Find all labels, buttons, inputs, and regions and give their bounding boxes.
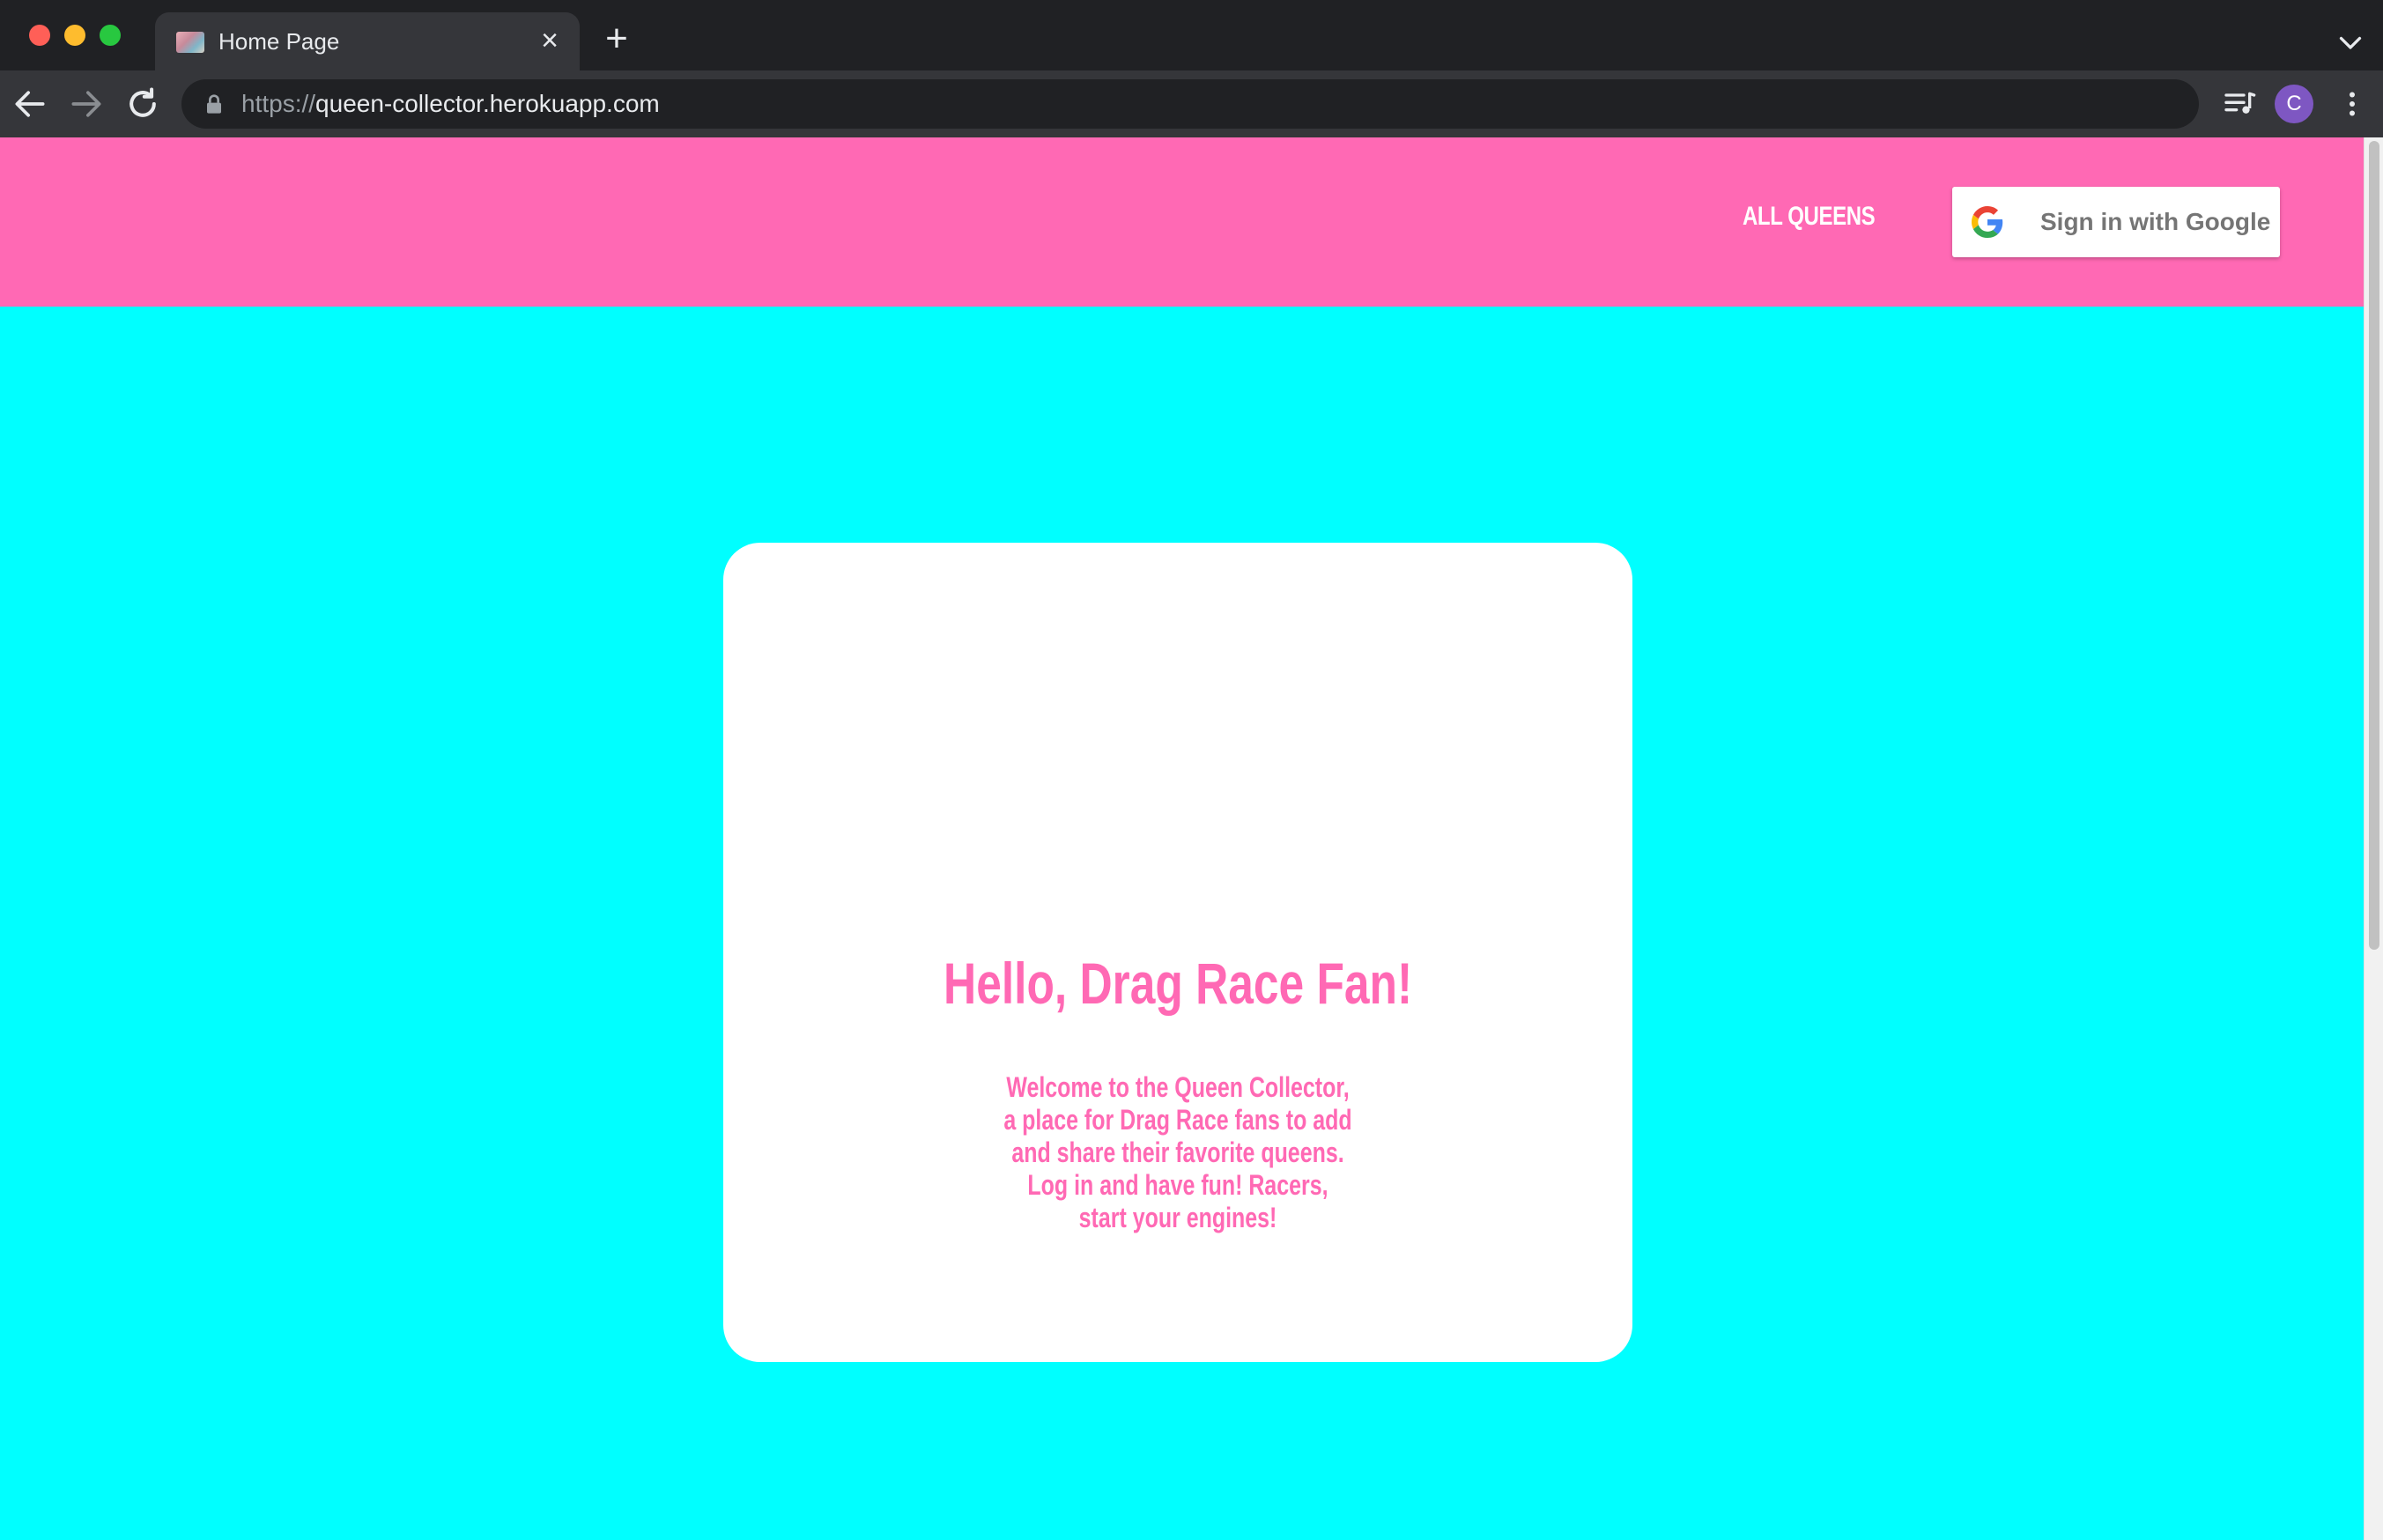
media-playlist-icon[interactable] — [2222, 86, 2257, 122]
more-menu-icon[interactable] — [2336, 86, 2368, 122]
browser-toolbar: https://queen-collector.herokuapp.com C — [0, 70, 2383, 137]
google-logo-icon — [1972, 206, 2003, 238]
new-tab-button[interactable]: + — [599, 19, 634, 58]
url-text[interactable]: https://queen-collector.herokuapp.com — [241, 90, 660, 118]
reload-icon[interactable] — [123, 85, 162, 123]
tab-title: Home Page — [218, 28, 340, 55]
lock-icon[interactable] — [204, 93, 224, 115]
scrollbar-thumb[interactable] — [2369, 141, 2379, 950]
maximize-window-button[interactable] — [100, 25, 121, 46]
welcome-body-wrap: Welcome to the Queen Collector, a place … — [1002, 1071, 1354, 1234]
address-bar[interactable]: https://queen-collector.herokuapp.com — [181, 79, 2199, 129]
welcome-title: Hello, Drag Race Fan! — [943, 951, 1413, 1016]
welcome-message: Welcome to the Queen Collector, a place … — [1003, 1071, 1352, 1233]
url-scheme: https:// — [241, 90, 316, 117]
sign-in-with-google-button[interactable]: Sign in with Google — [1952, 187, 2280, 257]
close-window-button[interactable] — [29, 25, 50, 46]
forward-arrow-icon[interactable] — [67, 85, 106, 123]
back-arrow-icon[interactable] — [11, 85, 49, 123]
browser-tab-strip: Home Page × + — [0, 0, 2383, 70]
page-viewport: ALL QUEENS Sign in with Google Hello, Dr… — [0, 137, 2383, 1540]
favicon-icon — [176, 32, 204, 53]
sign-in-label: Sign in with Google — [2040, 208, 2271, 235]
minimize-window-button[interactable] — [64, 25, 85, 46]
welcome-card: Hello, Drag Race Fan! Welcome to the Que… — [723, 543, 1632, 1362]
browser-tab-active[interactable]: Home Page × — [155, 12, 580, 70]
site-navbar: ALL QUEENS Sign in with Google — [0, 137, 2364, 307]
all-queens-link[interactable]: ALL QUEENS — [1743, 201, 1876, 233]
close-tab-icon[interactable]: × — [534, 25, 566, 56]
tab-search-chevron-icon[interactable] — [2335, 26, 2366, 58]
page-scrollbar[interactable] — [2364, 137, 2383, 1540]
profile-avatar[interactable]: C — [2275, 85, 2313, 123]
url-host: queen-collector.herokuapp.com — [315, 90, 660, 117]
welcome-title-wrap: Hello, Drag Race Fan! — [723, 948, 1632, 1018]
